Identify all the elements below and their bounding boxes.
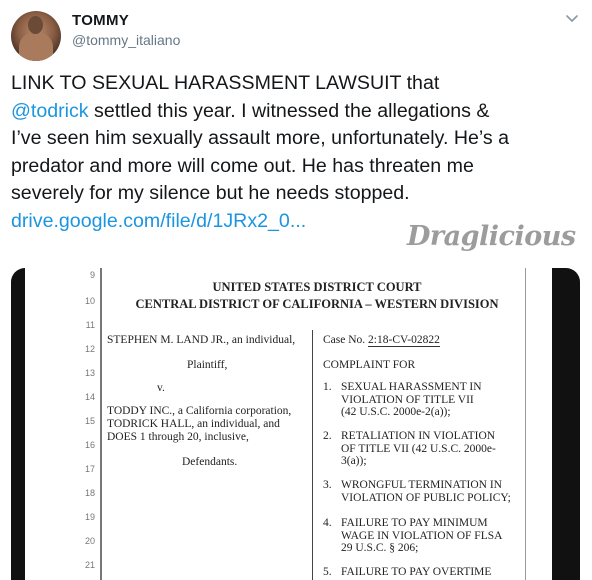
claim-number: 2. [323, 430, 332, 442]
line-number: 20 [84, 536, 95, 546]
claim-text: FAILURE TO PAY MINIMUM WAGE IN VIOLATION… [341, 517, 502, 555]
court-district: CENTRAL DISTRICT OF CALIFORNIA – WESTERN… [135, 297, 499, 311]
claim-number: 4. [323, 517, 332, 529]
claim-text: FAILURE TO PAY OVERTIME [341, 566, 491, 579]
defendants-line: DOES 1 through 20, inclusive, [107, 431, 249, 443]
line-number: 19 [84, 512, 95, 522]
user-handle[interactable]: @tommy_italiano [72, 32, 180, 48]
claim-line: 29 U.S.C. § 206; [341, 542, 419, 554]
line-number: 11 [85, 320, 95, 330]
defendants-line: TODRICK HALL, an individual, and [107, 418, 280, 430]
document-page: 9 10 11 12 13 14 15 16 17 18 19 20 21 UN… [25, 268, 552, 580]
claim-line: (42 U.S.C. 2000e-2(a)); [341, 406, 451, 418]
attached-image[interactable]: 9 10 11 12 13 14 15 16 17 18 19 20 21 UN… [11, 268, 580, 580]
caption-divider [312, 475, 313, 580]
tweet-line: LINK TO SEXUAL HARASSMENT LAWSUIT that [11, 72, 440, 94]
complaint-for: COMPLAINT FOR [323, 359, 416, 371]
court-title: UNITED STATES DISTRICT COURT [212, 280, 422, 294]
claim-line: FAILURE TO PAY OVERTIME [341, 566, 492, 578]
claim-line: SEXUAL HARASSMENT IN [341, 381, 482, 393]
tweet-line: predator and more will come out. He has … [11, 154, 474, 177]
claim-line: OF TITLE VII (42 U.S.C. 2000e- [341, 442, 496, 455]
claim-line: FAILURE TO PAY MINIMUM [341, 517, 488, 529]
line-number: 10 [84, 296, 95, 306]
avatar-head [28, 16, 43, 34]
claim-line: VIOLATION OF PUBLIC POLICY; [341, 491, 511, 504]
defendants-line: TODDY INC., a California corporation, [107, 405, 292, 417]
tweet-line: severely for my silence but he needs sto… [11, 182, 410, 204]
case-no-label: Case No. [323, 334, 366, 346]
tweet-text: LINK TO SEXUAL HARASSMENT LAWSUIT that @… [11, 70, 591, 235]
line-number: 12 [84, 344, 95, 354]
claim-text: WRONGFUL TERMINATION IN VIOLATION OF PUB… [341, 479, 511, 504]
watermark-logo: Draglicious [407, 221, 576, 252]
claim-line: VIOLATION OF TITLE VII [341, 393, 474, 406]
claim-line: WRONGFUL TERMINATION IN [341, 479, 502, 491]
line-number: 16 [84, 440, 95, 450]
line-number: 9 [89, 270, 95, 280]
case-no-value: 2:18-CV-02822 [368, 334, 440, 347]
tweet-line: I’ve seen him sexually assault more, unf… [11, 127, 510, 149]
defendants-label: Defendants. [182, 456, 238, 468]
line-number: 21 [84, 560, 95, 570]
margin-rule-right [525, 268, 526, 580]
line-number: 14 [84, 392, 95, 402]
line-number: 15 [84, 416, 95, 426]
display-name[interactable]: TOMMY [72, 12, 129, 29]
margin-rule [100, 268, 102, 580]
avatar[interactable] [11, 11, 61, 61]
claim-line: RETALIATION IN VIOLATION [341, 430, 496, 442]
tweet-line-rest: settled this year. I witnessed the alleg… [88, 99, 490, 122]
caption-divider [312, 330, 313, 475]
claim-number: 5. [323, 566, 332, 578]
plaintiff-label: Plaintiff, [187, 359, 228, 371]
line-number: 17 [84, 464, 95, 474]
claim-number: 1. [323, 381, 332, 393]
claim-text: SEXUAL HARASSMENT IN VIOLATION OF TITLE … [341, 381, 482, 419]
tweet-line: @todrick settled this year. I witnessed … [11, 98, 591, 126]
chevron-down-icon[interactable] [565, 11, 579, 25]
tweet-header: TOMMY @tommy_italiano [0, 0, 592, 64]
plaintiff-name: STEPHEN M. LAND JR., an individual, [107, 334, 296, 346]
case-number: Case No. 2:18-CV-02822 [323, 334, 440, 347]
claim-text: RETALIATION IN VIOLATION OF TITLE VII (4… [341, 430, 496, 468]
line-number: 13 [84, 368, 95, 378]
avatar-torso [19, 32, 53, 61]
claim-line: 3(a)); [341, 455, 367, 467]
claim-line: WAGE IN VIOLATION OF FLSA [341, 529, 503, 542]
claim-number: 3. [323, 479, 332, 491]
versus: v. [157, 382, 165, 394]
mention-link[interactable]: @todrick [11, 100, 89, 122]
line-number: 18 [84, 488, 95, 498]
